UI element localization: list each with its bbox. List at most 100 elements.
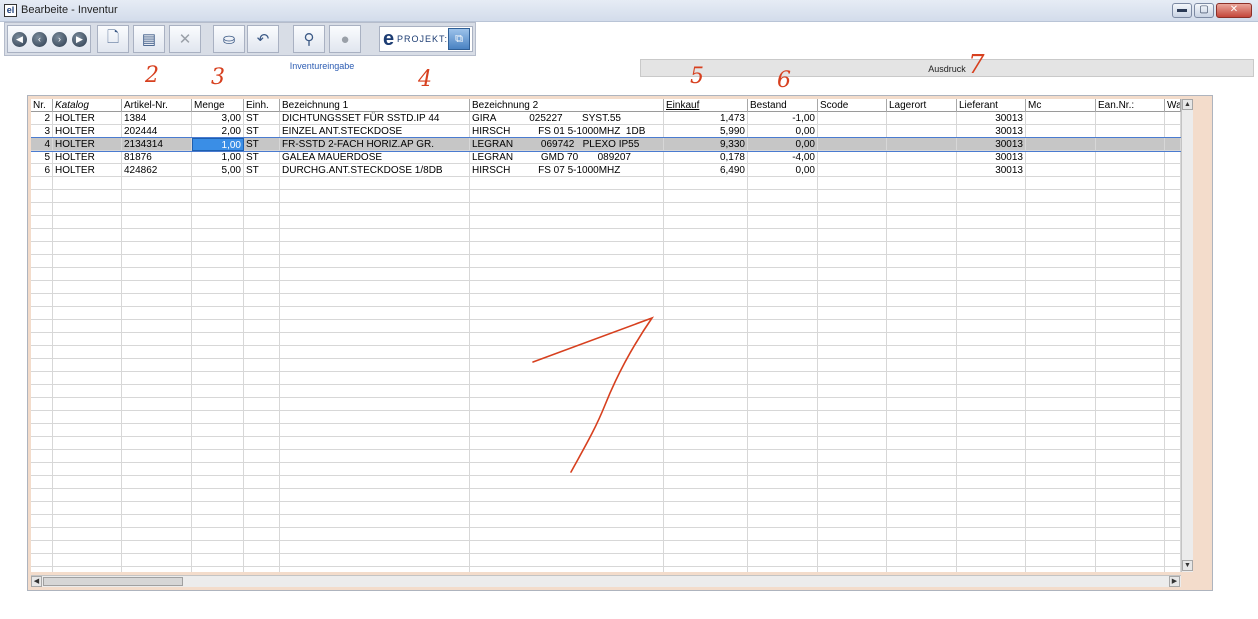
cell-einh[interactable]: ST xyxy=(244,164,280,177)
tab-ausdruck[interactable]: Ausdruck xyxy=(640,59,1254,77)
table-row[interactable] xyxy=(31,424,1181,437)
cell-bez1[interactable]: DURCHG.ANT.STECKDOSE 1/8DB xyxy=(280,164,470,177)
cell-lieferant[interactable]: 30013 xyxy=(957,151,1026,164)
cell-katalog[interactable]: HOLTER xyxy=(53,125,122,138)
horizontal-scroll-thumb[interactable] xyxy=(43,577,183,586)
cell-lieferant[interactable]: 30013 xyxy=(957,164,1026,177)
last-record-icon[interactable]: ▶ xyxy=(72,32,87,47)
cell-ean[interactable] xyxy=(1096,112,1165,125)
table-row[interactable] xyxy=(31,489,1181,502)
cell-bez1[interactable]: DICHTUNGSSET FÜR SSTD.IP 44 xyxy=(280,112,470,125)
table-row[interactable] xyxy=(31,385,1181,398)
table-row[interactable] xyxy=(31,281,1181,294)
column-header-mc[interactable]: Mc xyxy=(1026,99,1096,112)
column-header-einh[interactable]: Einh. xyxy=(244,99,280,112)
cell-lagerort[interactable] xyxy=(887,125,957,138)
cell-bestand[interactable]: -4,00 xyxy=(748,151,818,164)
cell-lagerort[interactable] xyxy=(887,138,957,151)
cell-einkauf[interactable]: 0,178 xyxy=(664,151,748,164)
table-row[interactable] xyxy=(31,502,1181,515)
search-button[interactable]: ⚲ xyxy=(293,25,325,53)
column-header-lieferant[interactable]: Lieferant xyxy=(957,99,1026,112)
cell-menge[interactable]: 1,00 xyxy=(192,138,244,151)
cell-bez2[interactable]: HIRSCH FS 01 5-1000MHZ 1DB xyxy=(470,125,664,138)
minimize-button[interactable]: ▬ xyxy=(1172,3,1192,18)
table-row[interactable] xyxy=(31,333,1181,346)
table-row[interactable] xyxy=(31,294,1181,307)
cell-nr[interactable]: 3 xyxy=(31,125,53,138)
table-row[interactable]: 5 HOLTER 81876 1,00 ST GALEA MAUERDOSE LEGRAN … xyxy=(31,151,1181,164)
table-row[interactable] xyxy=(31,437,1181,450)
cell-bestand[interactable]: 0,00 xyxy=(748,138,818,151)
table-row[interactable]: 6 HOLTER 424862 5,00 ST DURCHG.ANT.STECKDOSE … xyxy=(31,164,1181,177)
table-row[interactable] xyxy=(31,255,1181,268)
table-row[interactable] xyxy=(31,307,1181,320)
table-row[interactable] xyxy=(31,346,1181,359)
cell-einh[interactable]: ST xyxy=(244,112,280,125)
cell-wa[interactable] xyxy=(1165,164,1181,177)
cell-wa[interactable] xyxy=(1165,151,1181,164)
cell-artikel[interactable]: 2134314 xyxy=(122,138,192,151)
table-row[interactable]: 3 HOLTER 202444 2,00 ST EINZEL ANT.STECKDOSE H… xyxy=(31,125,1181,138)
close-button[interactable]: ✕ xyxy=(1216,3,1252,18)
cell-menge[interactable]: 1,00 xyxy=(192,151,244,164)
cell-artikel[interactable]: 202444 xyxy=(122,125,192,138)
cell-bez1[interactable]: EINZEL ANT.STECKDOSE xyxy=(280,125,470,138)
column-header-bez2[interactable]: Bezeichnung 2 xyxy=(470,99,664,112)
save-stamp-button[interactable]: ⛀ xyxy=(213,25,245,53)
cell-lieferant[interactable]: 30013 xyxy=(957,125,1026,138)
table-row[interactable] xyxy=(31,528,1181,541)
next-record-icon[interactable]: › xyxy=(52,32,67,47)
column-header-ean[interactable]: Ean.Nr.: xyxy=(1096,99,1165,112)
table-row[interactable] xyxy=(31,177,1181,190)
cell-ean[interactable] xyxy=(1096,151,1165,164)
delete-button[interactable]: ✕ xyxy=(169,25,201,53)
cell-wa[interactable] xyxy=(1165,125,1181,138)
cell-menge[interactable]: 5,00 xyxy=(192,164,244,177)
disabled-tool-button[interactable]: ● xyxy=(329,25,361,53)
column-header-menge[interactable]: Menge xyxy=(192,99,244,112)
cell-einh[interactable]: ST xyxy=(244,138,280,151)
cell-lagerort[interactable] xyxy=(887,164,957,177)
table-row[interactable] xyxy=(31,554,1181,567)
table-row[interactable] xyxy=(31,515,1181,528)
cell-bez2[interactable]: HIRSCH FS 07 5-1000MHZ xyxy=(470,164,664,177)
edit-form-button[interactable]: ▤ xyxy=(133,25,165,53)
first-record-icon[interactable]: ◀ xyxy=(12,32,27,47)
column-header-bez1[interactable]: Bezeichnung 1 xyxy=(280,99,470,112)
cell-mc[interactable] xyxy=(1026,138,1096,151)
cell-bestand[interactable]: -1,00 xyxy=(748,112,818,125)
table-row[interactable] xyxy=(31,242,1181,255)
table-row[interactable] xyxy=(31,541,1181,554)
cell-artikel[interactable]: 424862 xyxy=(122,164,192,177)
table-row[interactable] xyxy=(31,320,1181,333)
scroll-down-icon[interactable]: ▼ xyxy=(1182,560,1193,571)
column-header-artikel[interactable]: Artikel-Nr. xyxy=(122,99,192,112)
new-document-button[interactable]: 🗋 xyxy=(97,25,129,53)
tab-inventureingabe[interactable]: Inventureingabe xyxy=(4,57,640,77)
cell-ean[interactable] xyxy=(1096,138,1165,151)
cell-katalog[interactable]: HOLTER xyxy=(53,138,122,151)
cell-scode[interactable] xyxy=(818,125,887,138)
cell-scode[interactable] xyxy=(818,138,887,151)
cell-lagerort[interactable] xyxy=(887,151,957,164)
column-header-einkauf[interactable]: Einkauf xyxy=(664,99,748,112)
cell-mc[interactable] xyxy=(1026,151,1096,164)
cell-menge[interactable]: 3,00 xyxy=(192,112,244,125)
table-row[interactable] xyxy=(31,229,1181,242)
table-row[interactable] xyxy=(31,372,1181,385)
cell-bez2[interactable]: GIRA 025227 SYST.55 xyxy=(470,112,664,125)
table-row[interactable] xyxy=(31,268,1181,281)
cell-bestand[interactable]: 0,00 xyxy=(748,125,818,138)
cell-nr[interactable]: 6 xyxy=(31,164,53,177)
table-row[interactable] xyxy=(31,463,1181,476)
cell-katalog[interactable]: HOLTER xyxy=(53,151,122,164)
cell-ean[interactable] xyxy=(1096,125,1165,138)
cell-scode[interactable] xyxy=(818,151,887,164)
table-row[interactable] xyxy=(31,359,1181,372)
cell-mc[interactable] xyxy=(1026,125,1096,138)
table-row[interactable] xyxy=(31,411,1181,424)
cell-wa[interactable] xyxy=(1165,112,1181,125)
cell-bez1[interactable]: GALEA MAUERDOSE xyxy=(280,151,470,164)
cell-katalog[interactable]: HOLTER xyxy=(53,164,122,177)
